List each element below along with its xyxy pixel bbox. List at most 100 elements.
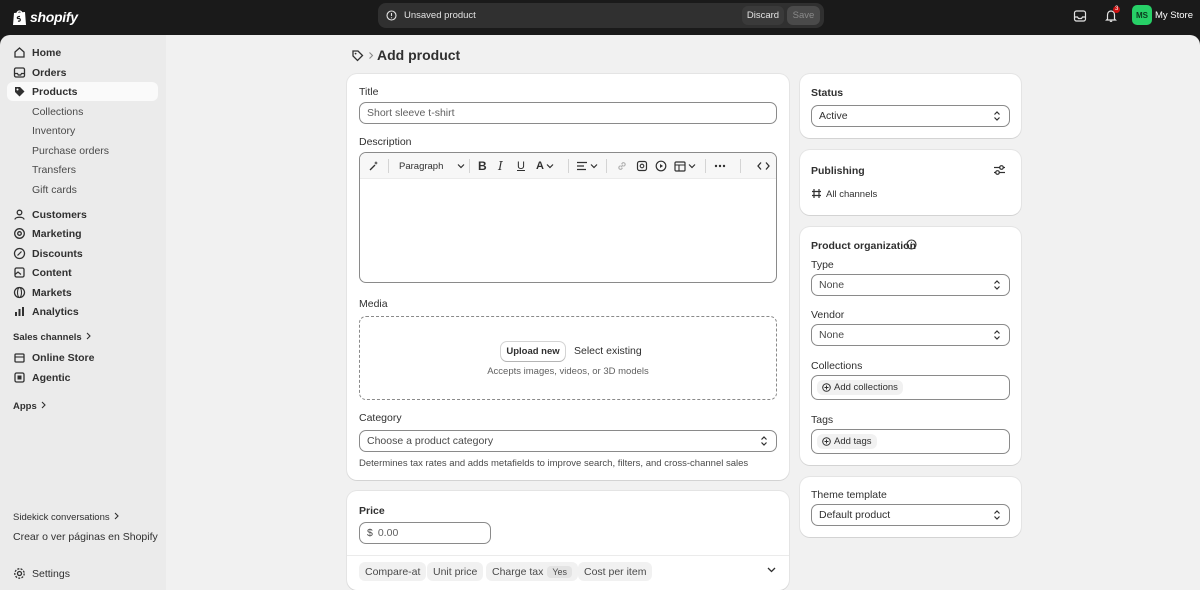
italic-icon[interactable]: I xyxy=(498,159,503,173)
apps-header[interactable]: Apps xyxy=(13,401,47,412)
sidebar-item-agentic[interactable]: Agentic xyxy=(7,368,158,387)
sidebar-item-settings[interactable]: Settings xyxy=(7,564,158,583)
sidebar-item-products[interactable]: Products xyxy=(7,82,158,101)
info-icon[interactable] xyxy=(906,239,917,250)
sidebar-item-label: Discounts xyxy=(32,247,83,260)
sidebar-item-content[interactable]: Content xyxy=(7,263,158,282)
underline-icon[interactable]: U xyxy=(517,159,525,173)
price-input[interactable]: $ 0.00 xyxy=(359,522,491,544)
sidebar-subitem-collections[interactable]: Collections xyxy=(32,106,83,118)
product-details-card: Title Short sleeve t-shirt Description P… xyxy=(347,74,789,480)
publishing-label: Publishing xyxy=(811,165,865,177)
add-collections-label: Add collections xyxy=(834,382,898,393)
unsaved-text: Unsaved product xyxy=(404,10,476,21)
status-select[interactable]: Active xyxy=(811,105,1010,127)
chevron-right-icon xyxy=(85,332,92,343)
chevron-down-icon[interactable] xyxy=(767,567,776,573)
image-icon[interactable] xyxy=(636,159,648,173)
discount-icon xyxy=(13,247,26,260)
cost-per-item-button[interactable]: Cost per item xyxy=(578,562,653,581)
description-editor[interactable]: Paragraph B I U A xyxy=(359,152,777,283)
sliders-icon[interactable] xyxy=(993,164,1006,176)
tag-icon[interactable] xyxy=(351,49,364,62)
charge-tax-button[interactable]: Charge tax Yes xyxy=(486,562,579,581)
theme-template-select[interactable]: Default product xyxy=(811,504,1010,526)
add-tags-chip[interactable]: Add tags xyxy=(817,434,877,449)
select-existing-link[interactable]: Select existing xyxy=(574,345,642,357)
link-icon[interactable] xyxy=(616,159,628,173)
description-label: Description xyxy=(359,136,412,148)
title-label: Title xyxy=(359,86,379,98)
price-label: Price xyxy=(359,505,385,517)
vendor-select[interactable]: None xyxy=(811,324,1010,346)
currency-symbol: $ xyxy=(367,527,373,539)
store-name[interactable]: My Store xyxy=(1155,10,1193,21)
unit-price-button[interactable]: Unit price xyxy=(427,562,484,581)
video-play-icon[interactable] xyxy=(655,159,667,173)
content-icon xyxy=(13,266,26,279)
bold-icon[interactable]: B xyxy=(478,159,487,173)
discard-button[interactable]: Discard xyxy=(742,6,784,25)
alert-circle-icon xyxy=(386,10,397,21)
sales-channels-label: Sales channels xyxy=(13,332,82,343)
sidebar-item-online-store[interactable]: Online Store xyxy=(7,348,158,367)
media-dropzone[interactable]: Upload new Select existing Accepts image… xyxy=(359,316,777,400)
sidebar-item-orders[interactable]: Orders xyxy=(7,63,158,82)
align-left-icon[interactable] xyxy=(576,159,598,173)
sidebar-item-marketing[interactable]: Marketing xyxy=(7,224,158,243)
upload-new-button[interactable]: Upload new xyxy=(501,342,565,361)
product-organization-label: Product organization xyxy=(811,240,916,252)
avatar[interactable]: MS xyxy=(1132,5,1152,25)
table-icon[interactable] xyxy=(674,159,696,173)
add-collections-chip[interactable]: Add collections xyxy=(817,380,903,395)
sidebar-item-label: Settings xyxy=(32,567,70,580)
sidebar-subitem-transfers[interactable]: Transfers xyxy=(32,164,76,176)
tags-label: Tags xyxy=(811,414,834,426)
category-select[interactable]: Choose a product category xyxy=(359,430,777,452)
shopify-logo[interactable]: shopify xyxy=(12,7,78,27)
sidebar-item-markets[interactable]: Markets xyxy=(7,283,158,302)
code-icon[interactable] xyxy=(757,159,770,173)
product-organization-card: Product organization Type None Vendor No… xyxy=(800,227,1021,465)
sidebar-subitem-inventory[interactable]: Inventory xyxy=(32,125,75,137)
save-button[interactable]: Save xyxy=(787,6,820,25)
sales-channels-header[interactable]: Sales channels xyxy=(13,332,92,343)
sidekick-conversations-label: Sidekick conversations xyxy=(13,512,110,523)
sidebar-item-home[interactable]: Home xyxy=(7,43,158,62)
sidebar-item-discounts[interactable]: Discounts xyxy=(7,244,158,263)
sidebar-item-label: Marketing xyxy=(32,227,82,240)
title-input[interactable]: Short sleeve t-shirt xyxy=(359,102,777,124)
sidebar-subitem-purchase-orders[interactable]: Purchase orders xyxy=(32,145,109,157)
select-chevron-icon xyxy=(993,111,1001,122)
shopify-wordmark: shopify xyxy=(30,9,78,25)
type-value: None xyxy=(819,279,845,291)
sidekick-conversations-header[interactable]: Sidekick conversations xyxy=(13,512,120,523)
media-hint: Accepts images, videos, or 3D models xyxy=(487,366,649,377)
unsaved-changes-bar: Unsaved product Discard Save xyxy=(378,3,824,28)
text-color-icon[interactable]: A xyxy=(536,159,554,173)
inbox-tray-icon[interactable] xyxy=(1073,9,1089,25)
compare-at-button[interactable]: Compare-at xyxy=(359,562,427,581)
tags-field[interactable]: Add tags xyxy=(811,429,1010,454)
sidebar-subitem-gift-cards[interactable]: Gift cards xyxy=(32,184,77,196)
type-select[interactable]: None xyxy=(811,274,1010,296)
top-bar: shopify Unsaved product Discard Save 3 M… xyxy=(0,0,1200,35)
category-hint: Determines tax rates and adds metafields… xyxy=(359,458,749,469)
select-chevron-icon xyxy=(993,510,1001,521)
sidebar-item-label: Orders xyxy=(32,66,67,79)
category-placeholder: Choose a product category xyxy=(367,435,494,447)
apps-label: Apps xyxy=(13,401,37,412)
paragraph-format-select[interactable]: Paragraph xyxy=(399,159,465,173)
sidebar: Home Orders Products Collections Invento… xyxy=(0,35,166,590)
collections-field[interactable]: Add collections xyxy=(811,375,1010,400)
chevron-right-icon xyxy=(113,512,120,523)
title-placeholder: Short sleeve t-shirt xyxy=(367,107,455,119)
vendor-value: None xyxy=(819,329,845,341)
magic-wand-icon[interactable] xyxy=(368,159,380,173)
all-channels-label[interactable]: All channels xyxy=(826,189,877,200)
sidebar-item-analytics[interactable]: Analytics xyxy=(7,302,158,321)
sidekick-conversation-item[interactable]: Crear o ver páginas en Shopify xyxy=(13,531,158,543)
sidebar-item-customers[interactable]: Customers xyxy=(7,205,158,224)
more-horizontal-icon[interactable] xyxy=(714,159,726,173)
shopify-bag-icon xyxy=(12,9,27,26)
